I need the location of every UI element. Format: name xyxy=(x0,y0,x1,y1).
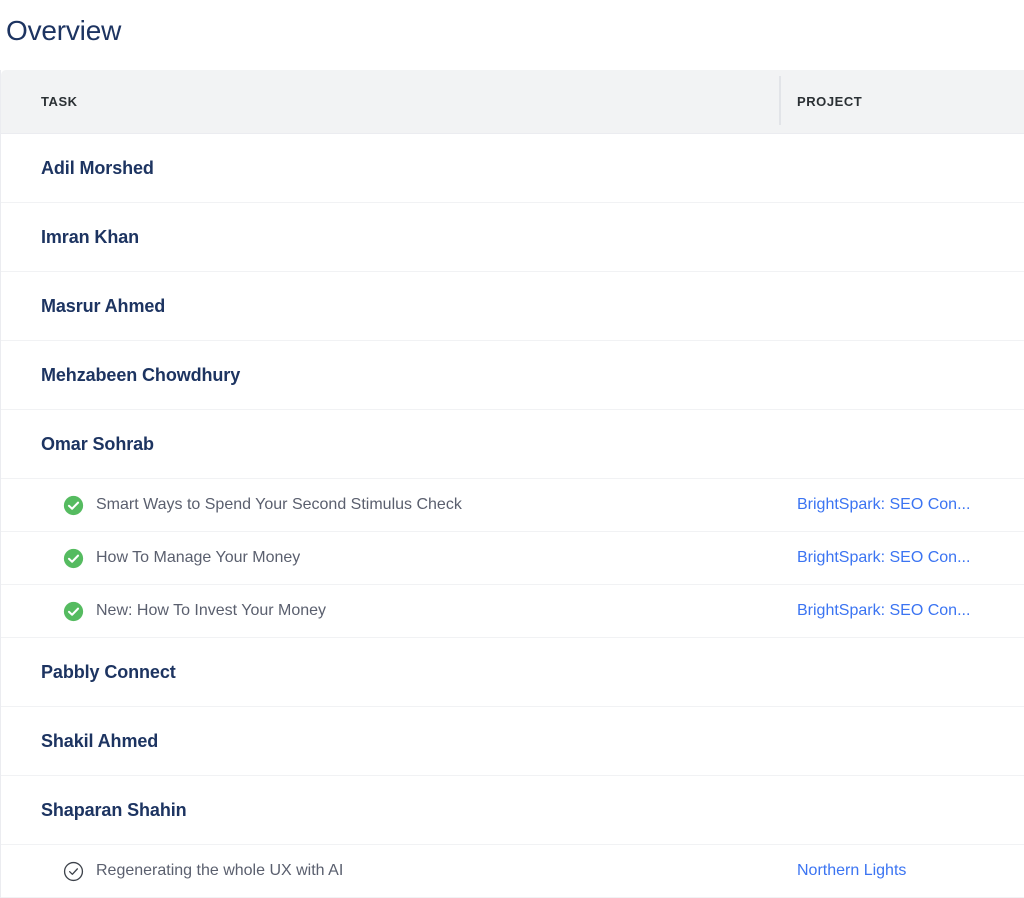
group-row[interactable]: Adil Morshed xyxy=(1,134,1024,203)
task-cell: New: How To Invest Your Money xyxy=(1,601,779,622)
project-link[interactable]: BrightSpark: SEO Con... xyxy=(797,496,1009,514)
task-name: How To Manage Your Money xyxy=(96,549,301,566)
table-body: Adil Morshed Imran Khan Masrur Ahmed Mehzab… xyxy=(1,134,1024,898)
project-link[interactable]: BrightSpark: SEO Con... xyxy=(797,549,1009,567)
group-row[interactable]: Masrur Ahmed xyxy=(1,272,1024,341)
group-name: Omar Sohrab xyxy=(41,433,154,454)
task-name: Smart Ways to Spend Your Second Stimulus… xyxy=(96,496,462,513)
task-cell: Smart Ways to Spend Your Second Stimulus… xyxy=(1,495,779,516)
task-cell: How To Manage Your Money xyxy=(1,548,779,569)
check-circle-filled-icon xyxy=(63,548,84,568)
group-row[interactable]: Shakil Ahmed xyxy=(1,707,1024,776)
group-row-task-cell: Shakil Ahmed xyxy=(1,731,779,752)
project-cell: BrightSpark: SEO Con... xyxy=(779,549,1024,567)
group-name: Mehzabeen Chowdhury xyxy=(41,364,241,385)
task-name: Regenerating the whole UX with AI xyxy=(96,862,344,879)
column-header-task-label: TASK xyxy=(41,94,78,109)
group-name: Shaparan Shahin xyxy=(41,799,187,820)
task-table: TASK PROJECT Adil Morshed Imran Khan Masru… xyxy=(0,70,1024,898)
overview-page: Overview TASK PROJECT Adil Morshed Imran … xyxy=(0,0,1024,898)
table-row[interactable]: Smart Ways to Spend Your Second Stimulus… xyxy=(1,479,1024,532)
table-header-cell-task[interactable]: TASK xyxy=(1,70,779,133)
group-name: Adil Morshed xyxy=(41,157,154,178)
table-row[interactable]: Regenerating the whole UX with AI Norther… xyxy=(1,845,1024,898)
group-row-task-cell: Adil Morshed xyxy=(1,158,779,179)
group-row[interactable]: Pabbly Connect xyxy=(1,638,1024,707)
table-row[interactable]: How To Manage Your Money BrightSpark: SEO… xyxy=(1,532,1024,585)
check-circle-filled-icon xyxy=(63,495,84,515)
column-divider xyxy=(779,76,781,125)
project-cell: Northern Lights xyxy=(779,862,1024,880)
page-title: Overview xyxy=(6,15,122,46)
task-name: New: How To Invest Your Money xyxy=(96,602,327,619)
check-circle-outline-icon xyxy=(63,861,84,881)
group-row-task-cell: Mehzabeen Chowdhury xyxy=(1,365,779,386)
group-name: Shakil Ahmed xyxy=(41,730,159,751)
project-cell: BrightSpark: SEO Con... xyxy=(779,496,1024,514)
group-row-task-cell: Pabbly Connect xyxy=(1,662,779,683)
group-row[interactable]: Mehzabeen Chowdhury xyxy=(1,341,1024,410)
project-link[interactable]: Northern Lights xyxy=(797,862,1009,880)
group-row-task-cell: Masrur Ahmed xyxy=(1,296,779,317)
table-header-cell-project[interactable]: PROJECT xyxy=(779,70,1024,133)
project-cell: BrightSpark: SEO Con... xyxy=(779,602,1024,620)
group-row-task-cell: Imran Khan xyxy=(1,227,779,248)
group-row-task-cell: Omar Sohrab xyxy=(1,434,779,455)
group-row-task-cell: Shaparan Shahin xyxy=(1,800,779,821)
group-name: Masrur Ahmed xyxy=(41,295,166,316)
group-row[interactable]: Imran Khan xyxy=(1,203,1024,272)
project-link[interactable]: BrightSpark: SEO Con... xyxy=(797,602,1009,620)
group-name: Imran Khan xyxy=(41,226,140,247)
table-header-row: TASK PROJECT xyxy=(1,70,1024,134)
group-row[interactable]: Shaparan Shahin xyxy=(1,776,1024,845)
check-circle-filled-icon xyxy=(63,601,84,621)
column-header-project-label: PROJECT xyxy=(797,94,863,109)
group-name: Pabbly Connect xyxy=(41,661,176,682)
task-cell: Regenerating the whole UX with AI xyxy=(1,861,779,882)
table-row[interactable]: New: How To Invest Your Money BrightSpark… xyxy=(1,585,1024,638)
group-row[interactable]: Omar Sohrab xyxy=(1,410,1024,479)
